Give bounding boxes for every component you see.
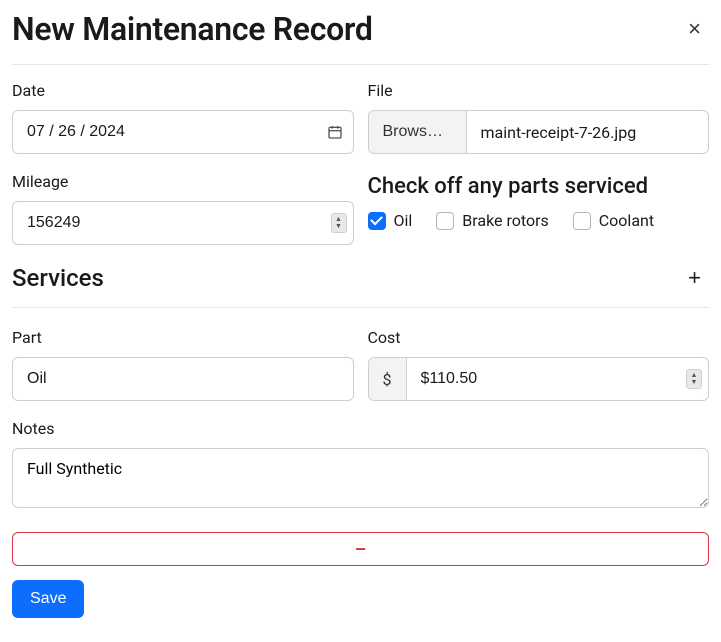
checkbox-box-icon (368, 212, 386, 230)
cost-input[interactable]: $ ▲▼ (368, 357, 710, 401)
notes-label: Notes (12, 419, 709, 438)
currency-prefix: $ (369, 358, 407, 400)
part-field[interactable] (13, 358, 353, 400)
services-section-header: Services + (12, 263, 709, 308)
checkbox-coolant[interactable]: Coolant (573, 211, 654, 230)
close-icon: × (688, 16, 701, 41)
plus-icon: + (688, 265, 701, 290)
checkbox-brake-rotors[interactable]: Brake rotors (436, 211, 548, 230)
mileage-field[interactable] (13, 202, 331, 244)
services-heading: Services (12, 264, 104, 292)
date-label: Date (12, 81, 354, 100)
delete-service-button[interactable]: − (12, 532, 709, 566)
notes-field[interactable] (12, 448, 709, 508)
minus-icon: − (355, 540, 366, 558)
number-stepper-icon[interactable]: ▲▼ (686, 369, 702, 389)
close-button[interactable]: × (680, 14, 709, 44)
checkbox-box-icon (436, 212, 454, 230)
file-label: File (368, 81, 710, 100)
add-service-button[interactable]: + (680, 263, 709, 293)
cost-field[interactable] (407, 358, 687, 400)
number-stepper-icon[interactable]: ▲▼ (331, 213, 347, 233)
page-title: New Maintenance Record (12, 10, 373, 48)
save-button[interactable]: Save (12, 580, 84, 618)
cost-label: Cost (368, 328, 710, 347)
checkbox-label: Brake rotors (462, 211, 548, 230)
checkbox-oil[interactable]: Oil (368, 211, 413, 230)
dialog-header: New Maintenance Record × (12, 10, 709, 65)
service-entry: Part Cost $ ▲▼ Notes − (12, 328, 709, 566)
file-name-display: maint-receipt-7-26.jpg (467, 111, 709, 153)
date-field[interactable] (13, 111, 317, 153)
parts-serviced-heading: Check off any parts serviced (368, 174, 710, 199)
file-input-group: Browse… maint-receipt-7-26.jpg (368, 110, 710, 154)
part-label: Part (12, 328, 354, 347)
date-input[interactable] (12, 110, 354, 154)
parts-checkbox-group: Oil Brake rotors Coolant (368, 211, 710, 230)
browse-button[interactable]: Browse… (369, 111, 467, 153)
mileage-label: Mileage (12, 172, 354, 191)
calendar-icon[interactable] (317, 124, 353, 140)
part-input[interactable] (12, 357, 354, 401)
checkbox-box-icon (573, 212, 591, 230)
checkbox-label: Coolant (599, 211, 654, 230)
checkbox-label: Oil (394, 211, 413, 230)
mileage-input[interactable]: ▲▼ (12, 201, 354, 245)
